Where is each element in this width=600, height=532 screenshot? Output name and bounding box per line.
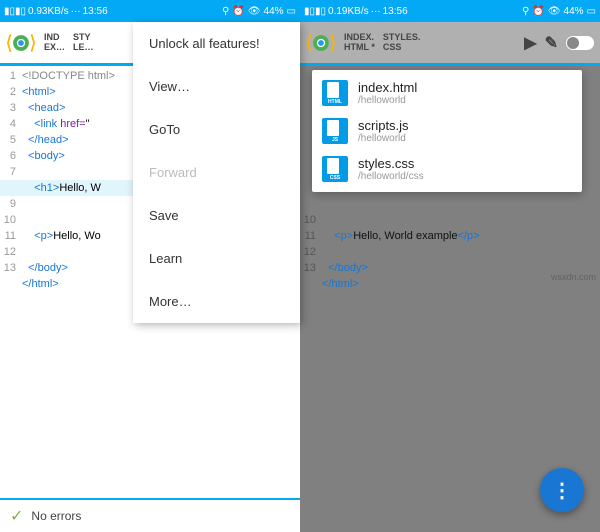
battery-icon: ▭ (587, 6, 596, 17)
html-file-icon: HTML (322, 80, 348, 106)
alarm-icon: ⏰ (532, 6, 544, 17)
battery-icon: ▭ (287, 6, 296, 17)
menu-more[interactable]: More… (133, 280, 300, 323)
edit-icon[interactable]: ✎ (545, 33, 558, 53)
app-logo[interactable] (306, 28, 336, 58)
status-bar-bottom: ✓ No errors (0, 500, 300, 532)
toolbar: INDEX.HTML * STYLES.CSS ▶ ✎ (300, 22, 600, 66)
file-name: index.html (358, 80, 417, 95)
file-name: styles.css (358, 156, 424, 171)
clock: 13:56 (383, 6, 408, 17)
menu-learn[interactable]: Learn (133, 237, 300, 280)
menu-unlock[interactable]: Unlock all features! (133, 22, 300, 65)
menu-goto[interactable]: GoTo (133, 108, 300, 151)
signal-icon: ▮▯▮▯ (304, 6, 326, 17)
tab-styles[interactable]: STYLE… (73, 31, 94, 55)
watermark: wsxdn.com (551, 272, 596, 282)
tab-styles[interactable]: STYLES.CSS (383, 31, 421, 55)
menu-save[interactable]: Save (133, 194, 300, 237)
tab-index[interactable]: INDEX.HTML * (344, 31, 375, 55)
eye-icon: 👁 (248, 6, 261, 17)
bluetooth-icon: ⚲ (222, 6, 229, 17)
alarm-icon: ⏰ (232, 6, 244, 17)
js-file-icon: JS (322, 118, 348, 144)
line-gutter: 12345678910111213 (0, 66, 20, 498)
file-path: /helloworld/css (358, 171, 424, 182)
status-bar: ▮▯▮▯ 0.19KB/s ··· 13:56 ⚲ ⏰ 👁 44% ▭ (300, 0, 600, 22)
file-name: scripts.js (358, 118, 409, 133)
signal-icon: ▮▯▮▯ (4, 6, 26, 17)
battery-text: 44% (564, 6, 584, 17)
data-rate: 0.93KB/s (28, 6, 69, 17)
status-text: No errors (31, 509, 81, 523)
file-path: /helloworld (358, 133, 409, 144)
eye-icon: 👁 (548, 6, 561, 17)
clock: 13:56 (83, 6, 108, 17)
overflow-menu: Unlock all features! View… GoTo Forward … (133, 22, 300, 323)
status-bar: ▮▯▮▯ 0.93KB/s ··· 13:56 ⚲ ⏰ 👁 44% ▭ (0, 0, 300, 22)
play-icon[interactable]: ▶ (524, 33, 536, 53)
menu-view[interactable]: View… (133, 65, 300, 108)
bluetooth-icon: ⚲ (522, 6, 529, 17)
file-item[interactable]: CSS styles.css/helloworld/css (312, 150, 582, 188)
toggle-switch[interactable] (566, 36, 594, 50)
menu-forward: Forward (133, 151, 300, 194)
app-logo[interactable] (6, 28, 36, 58)
file-path: /helloworld (358, 95, 417, 106)
check-icon: ✓ (10, 506, 23, 526)
tab-index[interactable]: INDEX… (44, 31, 65, 55)
battery-text: 44% (264, 6, 284, 17)
file-dropdown: HTML index.html/helloworld JS scripts.js… (312, 70, 582, 192)
css-file-icon: CSS (322, 156, 348, 182)
fab-more[interactable]: ⋮ (540, 468, 584, 512)
file-item[interactable]: JS scripts.js/helloworld (312, 112, 582, 150)
file-item[interactable]: HTML index.html/helloworld (312, 74, 582, 112)
data-rate: 0.19KB/s (328, 6, 369, 17)
